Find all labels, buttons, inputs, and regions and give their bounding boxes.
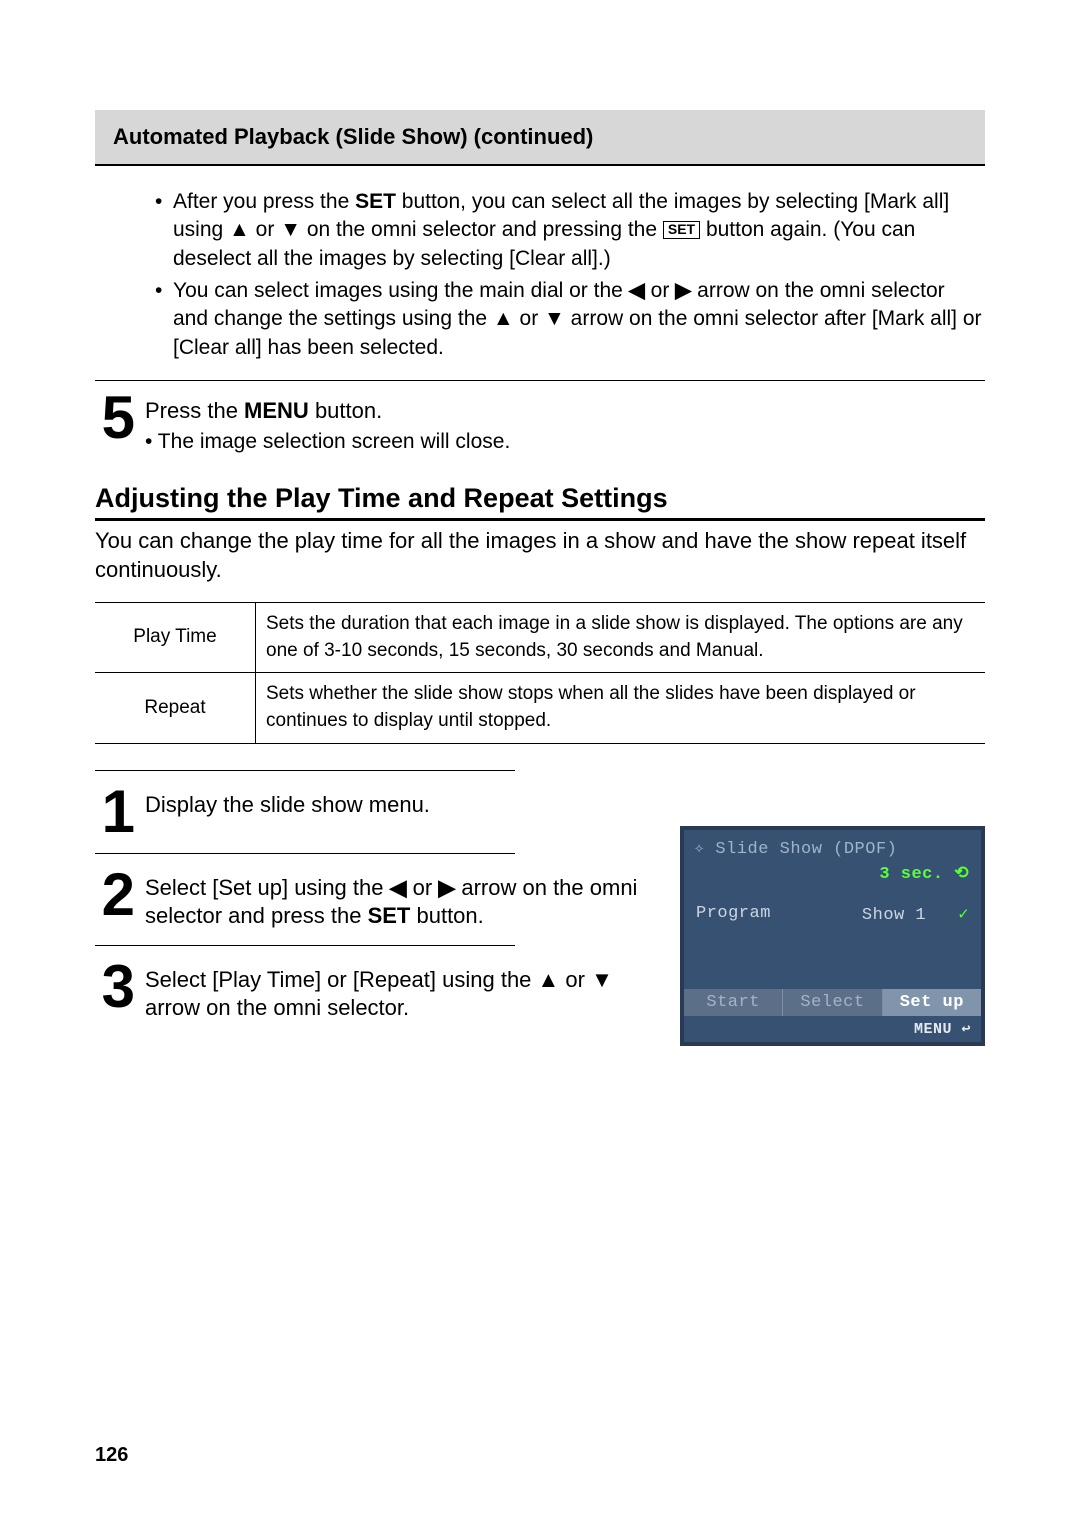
- row-desc: Sets whether the slide show stops when a…: [256, 673, 986, 743]
- set-label: SET: [355, 190, 396, 213]
- screen-title: ✧ Slide Show (DPOF): [684, 830, 981, 863]
- subsection-intro: You can change the play time for all the…: [95, 527, 985, 584]
- step-1-text: Display the slide show menu.: [145, 791, 650, 820]
- up-arrow-icon: ▲: [493, 307, 514, 330]
- text: Select [Play Time] or [Repeat] using the: [145, 967, 538, 992]
- table-row: Play Time Sets the duration that each im…: [95, 603, 985, 673]
- down-arrow-icon: ▼: [544, 307, 565, 330]
- lower-steps-area: 1 Display the slide show menu. 2 Select …: [95, 766, 985, 1046]
- right-arrow-icon: ▶: [438, 875, 455, 900]
- note-bullets: After you press the SET button, you can …: [155, 188, 985, 362]
- step-5-sub: • The image selection screen will close.: [145, 428, 985, 455]
- step-1: 1 Display the slide show menu.: [95, 785, 650, 839]
- screen-program-row: Program Show 1 ✓: [684, 894, 981, 925]
- text: arrow on the omni selector.: [145, 995, 409, 1020]
- step-5: 5 Press the MENU button. • The image sel…: [95, 391, 985, 455]
- check-icon: ✓: [958, 906, 969, 925]
- text: or: [407, 875, 439, 900]
- text: button.: [410, 903, 483, 928]
- camera-screen: ✧ Slide Show (DPOF) 3 sec. ⟲ Program Sho…: [680, 826, 985, 1046]
- program-label: Program: [696, 904, 771, 925]
- screen-start-button[interactable]: Start: [684, 989, 783, 1016]
- up-arrow-icon: ▲: [229, 218, 250, 241]
- show-label: Show 1: [862, 906, 926, 925]
- down-arrow-icon: ▼: [591, 967, 613, 992]
- section-header: Automated Playback (Slide Show) (continu…: [95, 110, 985, 164]
- screen-time: 3 sec. ⟲: [684, 863, 981, 894]
- screen-buttonbar: Start Select Set up: [684, 989, 981, 1016]
- row-desc: Sets the duration that each image in a s…: [256, 603, 986, 673]
- divider: [95, 380, 985, 381]
- divider: [95, 770, 515, 771]
- text: or: [559, 967, 591, 992]
- menu-label: MENU: [244, 398, 309, 423]
- step-number: 2: [95, 868, 135, 922]
- left-arrow-icon: ◀: [390, 875, 407, 900]
- screen-menu-hint: MENU ↩: [914, 1019, 971, 1038]
- text: After you press the: [173, 190, 355, 213]
- heading-underline: [95, 518, 985, 521]
- row-label: Play Time: [95, 603, 256, 673]
- down-arrow-icon: ▼: [280, 218, 301, 241]
- text: or: [250, 218, 280, 241]
- left-arrow-icon: ◀: [629, 279, 645, 302]
- screen-setup-button[interactable]: Set up: [883, 989, 981, 1016]
- settings-table: Play Time Sets the duration that each im…: [95, 602, 985, 743]
- page-number: 126: [95, 1444, 128, 1467]
- step-number: 3: [95, 960, 135, 1014]
- header-divider: [95, 164, 985, 166]
- text: button.: [309, 398, 382, 423]
- up-arrow-icon: ▲: [538, 967, 560, 992]
- row-label: Repeat: [95, 673, 256, 743]
- bullet-1: After you press the SET button, you can …: [155, 188, 985, 273]
- text: You can select images using the main dia…: [173, 279, 629, 302]
- step-number: 1: [95, 785, 135, 839]
- manual-page: Automated Playback (Slide Show) (continu…: [0, 0, 1080, 1529]
- step-3: 3 Select [Play Time] or [Repeat] using t…: [95, 960, 650, 1023]
- step-2: 2 Select [Set up] using the ◀ or ▶ arrow…: [95, 868, 650, 931]
- table-row: Repeat Sets whether the slide show stops…: [95, 673, 985, 743]
- set-button-icon: SET: [663, 221, 700, 238]
- text: on the omni selector and pressing the: [301, 218, 663, 241]
- divider: [95, 853, 515, 854]
- screen-select-button[interactable]: Select: [783, 989, 882, 1016]
- text: or: [645, 279, 675, 302]
- text: or: [514, 307, 544, 330]
- set-label: SET: [368, 903, 411, 928]
- bullet-2: You can select images using the main dia…: [155, 277, 985, 362]
- text: Press the: [145, 398, 244, 423]
- subsection-heading: Adjusting the Play Time and Repeat Setti…: [95, 483, 985, 514]
- text: Select [Set up] using the: [145, 875, 390, 900]
- step-number: 5: [95, 391, 135, 445]
- divider: [95, 945, 515, 946]
- right-arrow-icon: ▶: [675, 279, 691, 302]
